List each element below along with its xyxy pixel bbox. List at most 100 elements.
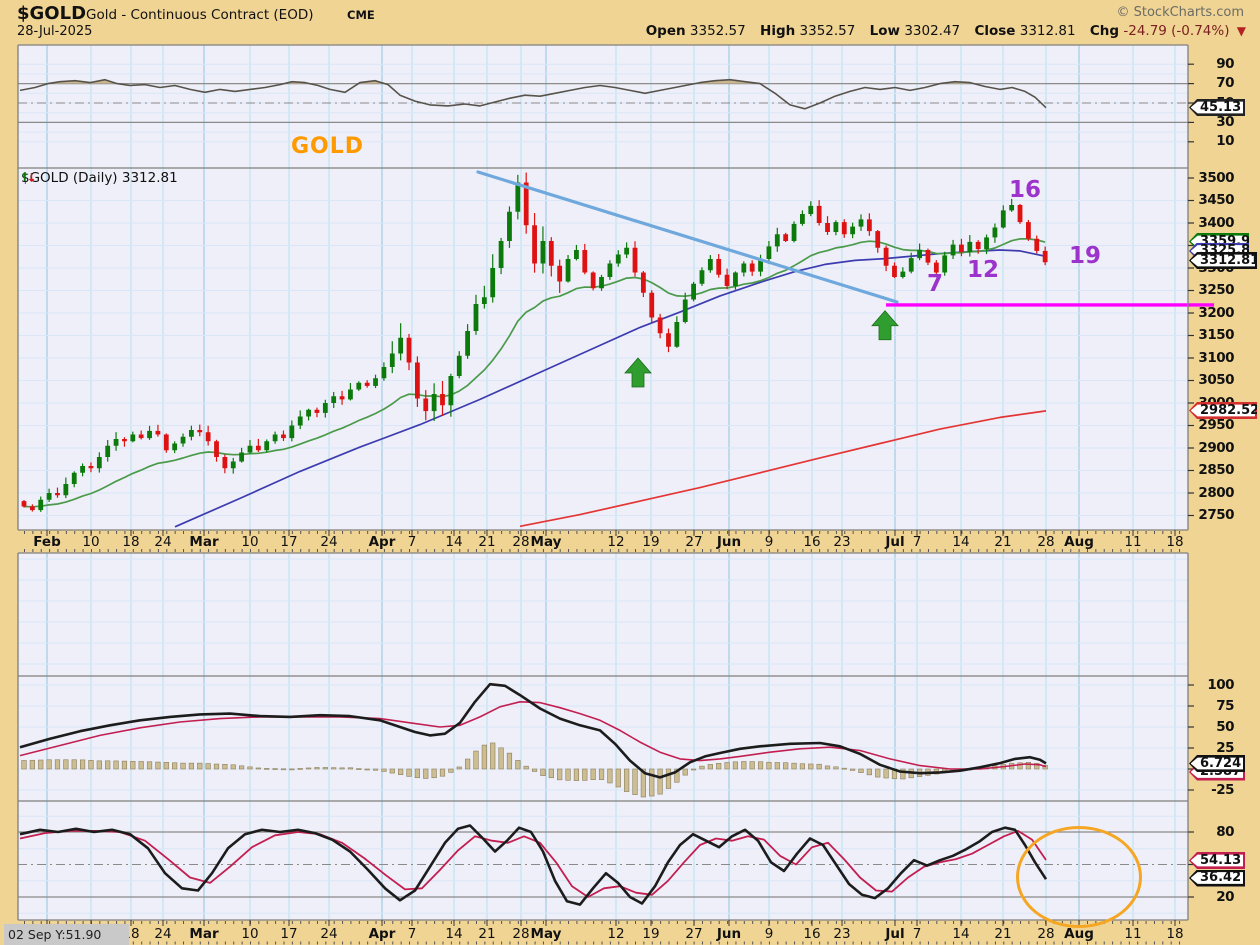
x-axis-label: 19 bbox=[642, 925, 660, 942]
y-axis-label: 90 bbox=[1216, 55, 1234, 72]
x-axis-label: 18 bbox=[122, 533, 140, 550]
x-axis-label: 21 bbox=[478, 925, 496, 942]
x-axis-label: 12 bbox=[607, 925, 625, 942]
y-axis-label: 2900 bbox=[1198, 439, 1234, 456]
y-axis-label: 3150 bbox=[1198, 327, 1234, 343]
y-axis-label: 10 bbox=[1216, 133, 1234, 150]
x-axis-label: 27 bbox=[685, 925, 703, 942]
high-label: High bbox=[760, 23, 796, 39]
chg-label: Chg bbox=[1089, 23, 1120, 39]
x-axis-label: 14 bbox=[952, 925, 970, 942]
y-axis-label: 3100 bbox=[1198, 349, 1234, 366]
x-axis-label: 23 bbox=[833, 925, 851, 942]
x-axis-label: 19 bbox=[642, 533, 660, 550]
exchange-label: CME bbox=[347, 8, 375, 22]
x-axis-label: Apr bbox=[368, 925, 396, 942]
y-axis-label: 3250 bbox=[1198, 282, 1234, 298]
x-axis-label: 28 bbox=[1037, 533, 1055, 550]
y-axis-label: 2850 bbox=[1198, 462, 1234, 478]
pmo-value-box: 6.724 bbox=[1189, 755, 1245, 772]
y-axis-label: 2750 bbox=[1198, 507, 1234, 523]
last-price-box: 3312.81 bbox=[1189, 252, 1257, 269]
legend-text: $GOLD (Daily) 3312.81 bbox=[21, 170, 178, 186]
instrument-title: Gold - Continuous Contract (EOD) bbox=[86, 7, 314, 23]
stoch-d-value-box: 54.13 bbox=[1189, 852, 1245, 869]
updown-arrows-icon bbox=[22, 172, 34, 182]
x-axis-label: Apr bbox=[368, 533, 396, 550]
x-axis-label: 9 bbox=[764, 533, 774, 550]
y-axis-label: 2950 bbox=[1198, 417, 1234, 433]
x-axis-label: 17 bbox=[280, 925, 298, 942]
gold-annotation-label: GOLD bbox=[291, 134, 365, 159]
y-axis-label: 3400 bbox=[1198, 214, 1234, 231]
x-axis-label: 7 bbox=[912, 533, 922, 550]
x-axis-label: Feb bbox=[33, 533, 61, 550]
x-axis-label: 10 bbox=[241, 925, 259, 942]
x-axis-label: 10 bbox=[241, 533, 259, 550]
x-axis-label: 11 bbox=[1124, 925, 1142, 942]
orange-circle-annotation bbox=[1016, 826, 1142, 928]
sma200-value-box: 2982.52 bbox=[1189, 402, 1257, 419]
y-axis-label: 30 bbox=[1216, 113, 1234, 130]
y-axis-label: 70 bbox=[1216, 75, 1234, 92]
copyright-label: © StockCharts.com bbox=[1116, 5, 1244, 20]
close-label: Close bbox=[974, 23, 1016, 39]
open-value: 3352.57 bbox=[689, 23, 746, 39]
x-axis-label: Jun bbox=[716, 925, 742, 942]
y-axis-label: 75 bbox=[1216, 697, 1234, 714]
y-axis-label: 3500 bbox=[1198, 169, 1234, 186]
x-axis-label: 10 bbox=[82, 533, 100, 550]
chg-value: -24.79 (-0.74%) bbox=[1123, 23, 1230, 39]
stoch-k-value-box: 36.42 bbox=[1189, 869, 1245, 887]
x-axis-label: Jun bbox=[716, 533, 742, 550]
x-axis-label: 14 bbox=[445, 925, 463, 942]
y-axis-label: -25 bbox=[1211, 781, 1234, 798]
x-axis-label: 7 bbox=[912, 925, 922, 942]
y-axis-label: 50 bbox=[1216, 718, 1234, 735]
chart-date: 28-Jul-2025 bbox=[17, 24, 93, 39]
x-axis-label: 24 bbox=[320, 925, 338, 942]
x-axis-label: 18 bbox=[1166, 925, 1184, 942]
rsi-value-box: 45.13 bbox=[1189, 99, 1245, 116]
high-value: 3352.57 bbox=[799, 23, 856, 39]
x-axis-label: 12 bbox=[607, 533, 625, 550]
x-axis-label: 16 bbox=[803, 533, 821, 550]
close-value: 3312.81 bbox=[1019, 23, 1076, 39]
symbol-title: $GOLD bbox=[17, 3, 87, 24]
x-axis-label: May bbox=[530, 533, 562, 550]
x-axis-label: Mar bbox=[189, 533, 219, 550]
x-axis-label: 14 bbox=[445, 533, 463, 550]
day-count-annotation-12: 12 bbox=[967, 257, 1000, 283]
x-axis-label: 21 bbox=[994, 533, 1012, 550]
x-axis-label: Aug bbox=[1064, 533, 1094, 550]
day-count-annotation-16: 16 bbox=[1009, 177, 1042, 203]
day-count-annotation-19: 19 bbox=[1069, 243, 1102, 269]
y-axis-label: 3050 bbox=[1198, 372, 1234, 388]
x-axis-label: 7 bbox=[407, 925, 417, 942]
chart-canvas[interactable] bbox=[0, 0, 1260, 945]
x-axis-label: 24 bbox=[320, 533, 338, 550]
low-label: Low bbox=[869, 23, 901, 39]
x-axis-label: 14 bbox=[952, 533, 970, 550]
y-axis-label: 2800 bbox=[1198, 484, 1234, 501]
y-axis-label: 100 bbox=[1207, 676, 1234, 693]
x-axis-label: 18 bbox=[1166, 533, 1184, 550]
x-axis-label: 9 bbox=[764, 925, 774, 942]
x-axis-label: Jul bbox=[885, 925, 905, 942]
ohlc-readout: Open 3352.57 High 3352.57 Low 3302.47 Cl… bbox=[646, 23, 1246, 39]
low-value: 3302.47 bbox=[904, 23, 961, 39]
x-axis-label: 11 bbox=[1124, 533, 1142, 550]
x-axis-label: 21 bbox=[994, 925, 1012, 942]
x-axis-label: 17 bbox=[280, 533, 298, 550]
x-axis-label: 21 bbox=[478, 533, 496, 550]
x-axis-label: 24 bbox=[154, 533, 172, 550]
x-axis-label: May bbox=[530, 925, 562, 942]
x-axis-label: 7 bbox=[407, 533, 417, 550]
crosshair-tooltip: 02 Sep Y:51.90 bbox=[4, 924, 129, 945]
y-axis-label: 80 bbox=[1216, 823, 1234, 840]
y-axis-label: 3200 bbox=[1198, 304, 1234, 321]
y-axis-label: 20 bbox=[1216, 888, 1234, 905]
y-axis-label: 3450 bbox=[1198, 192, 1234, 208]
chg-dropdown-arrow[interactable]: ▼ bbox=[1237, 24, 1246, 38]
day-count-annotation-7: 7 bbox=[927, 271, 944, 297]
